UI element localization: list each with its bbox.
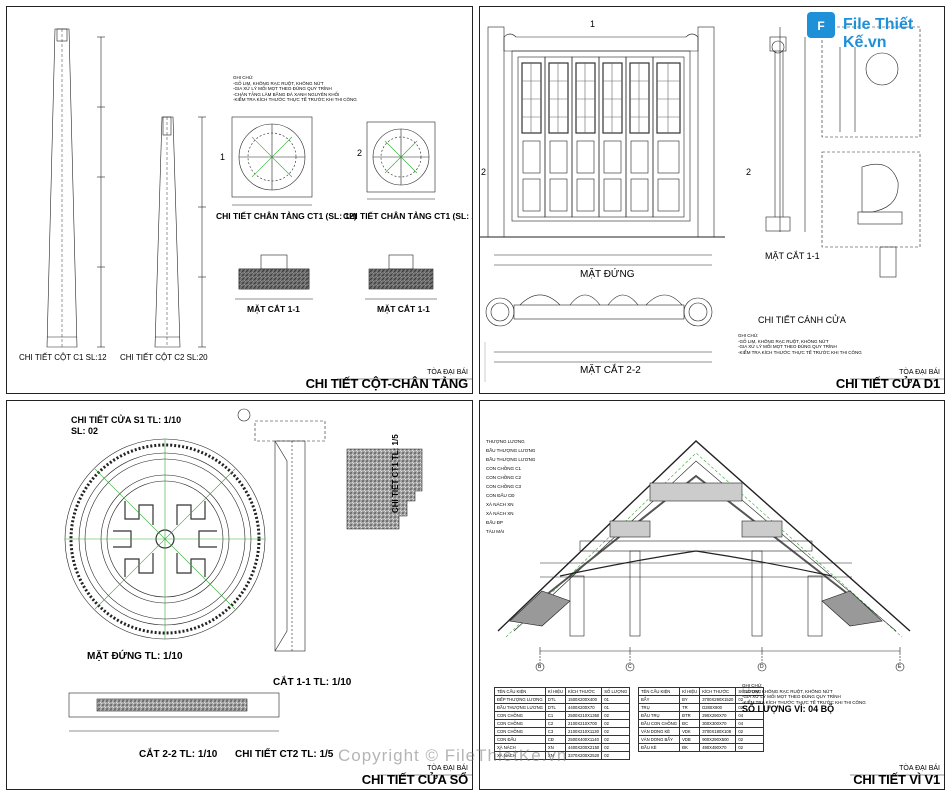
- table-row: CON CHỒNG C1 2500X210X1350 02: [494, 711, 631, 720]
- sheet-title-sub: TÒA ĐẠI BÁI: [427, 369, 468, 376]
- window-head-label: CHI TIẾT CỬA S1 TL: 1/10: [71, 415, 182, 425]
- site-logo-text: File Thiết Kế.vn: [843, 16, 914, 51]
- truss-roof: [497, 440, 911, 672]
- column-c1-drawing: [46, 28, 105, 348]
- section2-label: MẶT CẮT 1-1: [377, 304, 430, 314]
- sheet-title-block: TÒA ĐẠI BÁI CHI TIẾT CỬA D1: [836, 369, 940, 391]
- window-qty-label: SL: 02: [71, 426, 99, 436]
- base-plan-2: [366, 121, 436, 200]
- sheet-title-main: CHI TIẾT VÌ V1: [853, 772, 940, 787]
- door-leaves: [517, 56, 685, 218]
- column-base-drawing: [46, 28, 472, 380]
- notes-block: GHI CHÚ: -GỖ LIM, KHÔNG RẠC RUỘT, KHÔNG …: [233, 75, 357, 102]
- door-leaf-label: CHI TIẾT CÁNH CỬA: [758, 315, 846, 325]
- window-ct2-label: CHI TIẾT CT2 TL: 1/5: [235, 749, 334, 760]
- section-mark-1: 1: [590, 19, 596, 29]
- sheet-title-sub: TÒA ĐẠI BÁI: [427, 765, 468, 772]
- door-section11-label: MẶT CẮT 1-1: [765, 251, 820, 261]
- sheet-title-main: CHI TIẾT CỬA D1: [835, 376, 940, 391]
- section-mark-2-left: 2: [481, 167, 487, 177]
- base-section-2: [365, 254, 437, 300]
- sheet-title-block: TÒA ĐẠI BÁI CHI TIẾT VÌ V1: [853, 765, 940, 787]
- axis-d: D: [760, 664, 764, 670]
- section-mark-2: 2: [357, 148, 363, 158]
- window-section-2-2: [68, 692, 280, 732]
- table-row: ĐẦU KÈ ĐK 490X490X70 02: [637, 743, 765, 752]
- table-header: TÊN CẤU KIỆN KÍ HIỆU KÍCH THƯỚC SỐ LƯỢNG: [494, 687, 631, 696]
- door-elevation-label: MẶT ĐỨNG: [580, 269, 635, 280]
- axis-e: E: [898, 664, 902, 670]
- door-section-1-1: [765, 27, 806, 232]
- door-drawing: [480, 26, 944, 382]
- table-row: CON CHỒNG C3 2100X210X1130 02: [494, 727, 631, 736]
- column-c2-drawing: [154, 116, 206, 348]
- sheet-title-sub: TÒA ĐẠI BÁI: [899, 765, 940, 772]
- table-row: ĐẦU THƯỢNG LƯƠNG DTL 4400X200X70 01: [494, 703, 631, 712]
- base-plan-1: [231, 116, 313, 206]
- left-component-tags: THƯỢNG LƯƠNG ĐẦU THƯỢNG LƯƠNG ĐẦU THƯỢNG …: [486, 439, 536, 534]
- section-mark-2-right: 2: [746, 167, 752, 177]
- door-post-right: [697, 26, 715, 238]
- door-frame: [511, 50, 691, 222]
- notes-block: GHI CHÚ: -GỖ LIM, KHÔNG RẠC RUỘT, KHÔNG …: [738, 333, 862, 355]
- window-section22-label: CẮT 2-2 TL: 1/10: [139, 749, 218, 760]
- table-row: ĐẦU CON CHỒNG ĐC 300X300X70 04: [637, 719, 765, 728]
- window-detail-ct1: [346, 448, 423, 530]
- logo-badge-icon: F: [807, 12, 835, 38]
- section-mark-1: 1: [220, 152, 226, 162]
- table-row: VÁN DONG KÈ VDK 3700X180X108 02: [637, 727, 765, 736]
- base1-label: CHI TIẾT CHÂN TẢNG CT1 (SL: 12): [216, 211, 357, 221]
- axis-b: B: [538, 664, 542, 670]
- watermark: Copyright © FileThietKe.vn: [338, 746, 568, 765]
- sheet-title-block: TÒA ĐẠI BÁI CHI TIẾT CỬA SỔ: [362, 765, 468, 787]
- table-row: VÁN DONG BẨY VDB 900X290X500 02: [637, 735, 765, 744]
- window-ct1-label: CHI TIẾT CT1 TL: 1/5: [391, 434, 400, 513]
- window-section-1-1: [254, 420, 326, 652]
- sheet-title-main: CHI TIẾT CỬA SỔ: [361, 772, 468, 787]
- site-logo: F File Thiết Kế.vn: [805, 8, 945, 51]
- window-section11-label: CẮT 1-1 TL: 1/10: [273, 677, 352, 688]
- door-details: [821, 26, 921, 278]
- door-lintel: [503, 33, 699, 52]
- sheet-title-block: TÒA ĐẠI BÁI CHI TIẾT CỘT-CHÂN TẢNG: [305, 369, 469, 391]
- base-section-1: [235, 254, 313, 300]
- sheet-title-main: CHI TIẾT CỘT-CHÂN TẢNG: [305, 376, 469, 391]
- window-elevation-label: MẶT ĐỨNG TL: 1/10: [87, 651, 183, 662]
- axis-c: C: [628, 664, 632, 670]
- section1-label: MẶT CẮT 1-1: [247, 304, 300, 314]
- sheet-window: CHI TIẾT CỬA S1 TL: 1/10 SL: 02 MẶT ĐỨNG…: [6, 400, 473, 790]
- table-row: CON ĐẤU CĐ 2500X400X1140 02: [494, 735, 631, 744]
- door-post-left: [487, 26, 505, 238]
- door-section22-label: MẶT CẮT 2-2: [580, 365, 641, 376]
- table-row: CON CHỒNG C2 2100X210X700 02: [494, 719, 631, 728]
- col2-label: CHI TIẾT CỘT C2 SL:20: [120, 353, 208, 362]
- notes-block: GHI CHÚ: -GỖ LIM, KHÔNG RẠC RUỘT, KHÔNG …: [742, 683, 866, 705]
- table-row: ĐẾP THƯỢNG LƯƠNG DTL 1500X200X400 01: [494, 695, 631, 704]
- sheet-truss: B C D E THƯỢNG LƯƠNG ĐẦU THƯỢNG LƯƠNG ĐẦU…: [479, 400, 945, 790]
- base2-label: CHI TIẾT CHÂN TẢNG CT1 (SL: 20): [343, 211, 473, 221]
- sheet-title-sub: TÒA ĐẠI BÁI: [899, 369, 940, 376]
- svg-text:F: F: [817, 19, 824, 33]
- sheet-door: 1 2 2 MẶT ĐỨNG MẶT CẮT 1-1 CHI TIẾT CÁNH…: [479, 6, 945, 394]
- round-window-elevation: [64, 438, 266, 640]
- col1-label: CHI TIẾT CỘT C1 SL:12: [19, 353, 107, 362]
- door-plan-section: [485, 294, 713, 363]
- sheet-column-base: GHI CHÚ: -GỖ LIM, KHÔNG RẠC RUỘT, KHÔNG …: [6, 6, 473, 394]
- truss-qty-label: SỐ LƯỢNG VÌ: 04 BỘ: [742, 704, 835, 714]
- window-drawing: [64, 408, 472, 776]
